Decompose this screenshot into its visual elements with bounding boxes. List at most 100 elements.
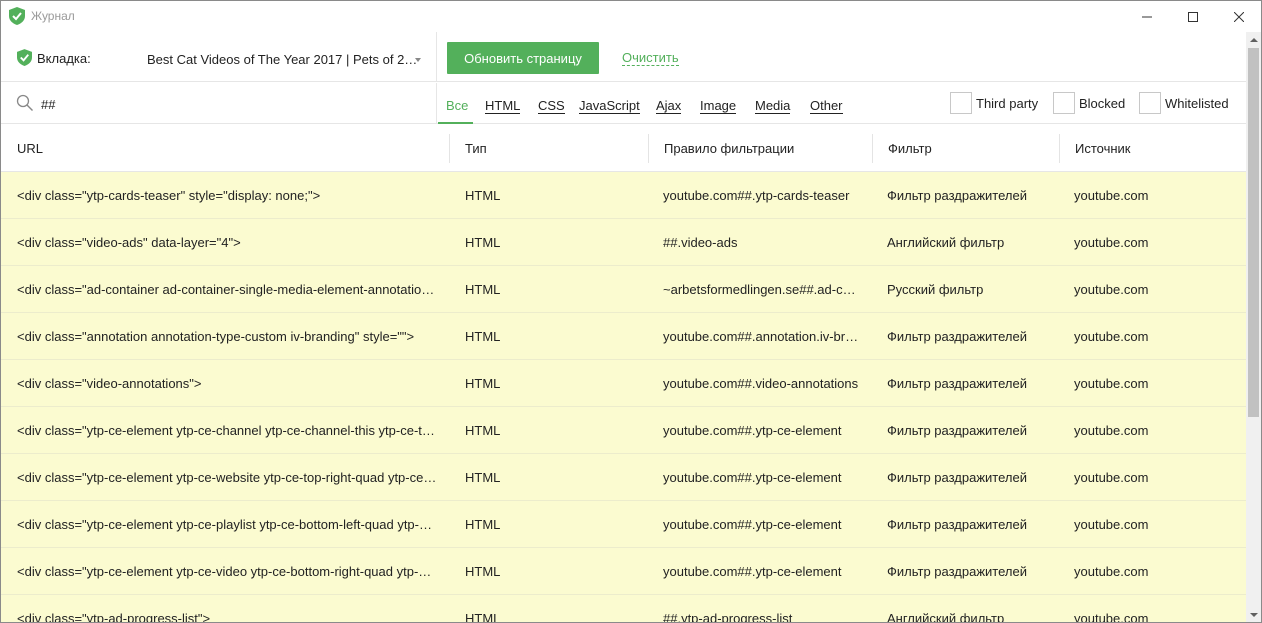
- cell-filter: Английский фильтр: [887, 595, 1052, 623]
- whitelisted-checkbox[interactable]: Whitelisted: [1139, 92, 1229, 114]
- cell-rule-text: ##.video-ads: [663, 234, 738, 250]
- cell-filter: Фильтр раздражителей: [887, 501, 1052, 547]
- filter-bar: Все HTML CSS JavaScript Ajax Image Media…: [1, 83, 1246, 124]
- column-divider[interactable]: [1059, 134, 1060, 163]
- search-icon: [16, 94, 33, 111]
- cell-url-text: <div class="ad-container ad-container-si…: [17, 281, 437, 297]
- cell-filter-text: Английский фильтр: [887, 234, 1005, 250]
- column-header-url[interactable]: URL: [17, 125, 43, 171]
- column-divider[interactable]: [872, 134, 873, 163]
- cell-rule-text: youtube.com##.ytp-ce-element: [663, 563, 842, 579]
- checkbox-box[interactable]: [1139, 92, 1161, 114]
- table-body: <div class="ytp-cards-teaser" style="dis…: [1, 172, 1246, 623]
- minimize-button[interactable]: [1124, 1, 1170, 32]
- cell-rule-text: youtube.com##.ytp-ce-element: [663, 516, 842, 532]
- cell-type: HTML: [465, 266, 635, 312]
- checkbox-box[interactable]: [950, 92, 972, 114]
- table-row[interactable]: <div class="ytp-ce-element ytp-ce-video …: [1, 548, 1246, 595]
- column-header-filter[interactable]: Фильтр: [888, 125, 932, 171]
- cell-filter: Фильтр раздражителей: [887, 454, 1052, 500]
- cell-filter-text: Фильтр раздражителей: [887, 375, 1027, 391]
- search-input[interactable]: [41, 95, 421, 113]
- cell-filter-text: Русский фильтр: [887, 281, 984, 297]
- cell-type-text: HTML: [465, 516, 501, 532]
- third-party-checkbox[interactable]: Third party: [950, 92, 1038, 114]
- cell-source-text: youtube.com: [1074, 234, 1149, 250]
- tab-image[interactable]: Image: [700, 98, 737, 114]
- tab-media[interactable]: Media: [755, 98, 791, 114]
- cell-url-text: <div class="ytp-cards-teaser" style="dis…: [17, 187, 321, 203]
- tab-javascript[interactable]: JavaScript: [579, 98, 640, 114]
- cell-type-text: HTML: [465, 187, 501, 203]
- cell-rule: youtube.com##.video-annotations: [663, 360, 859, 406]
- cell-source: youtube.com: [1074, 548, 1234, 594]
- column-header-source[interactable]: Источник: [1075, 125, 1131, 171]
- cell-url: <div class="video-ads" data-layer="4">: [17, 219, 437, 265]
- table-row[interactable]: <div class="video-ads" data-layer="4"> HT…: [1, 219, 1246, 266]
- tab-label: Вкладка:: [37, 51, 91, 66]
- cell-type: HTML: [465, 360, 635, 406]
- cell-type: HTML: [465, 595, 635, 623]
- cell-rule: youtube.com##.ytp-ce-element: [663, 501, 859, 547]
- tab-ajax[interactable]: Ajax: [656, 98, 682, 114]
- table-row[interactable]: <div class="ytp-ad-progress-list"> HTML ##…: [1, 595, 1246, 623]
- tab-css[interactable]: CSS: [538, 98, 565, 114]
- table-row[interactable]: <div class="ytp-ce-element ytp-ce-channe…: [1, 407, 1246, 454]
- close-button[interactable]: [1216, 1, 1261, 32]
- cell-url: <div class="ytp-cards-teaser" style="dis…: [17, 172, 437, 218]
- cell-filter: Фильтр раздражителей: [887, 313, 1052, 359]
- table-row[interactable]: <div class="ad-container ad-container-si…: [1, 266, 1246, 313]
- table-row[interactable]: <div class="ytp-cards-teaser" style="dis…: [1, 172, 1246, 219]
- blocked-checkbox[interactable]: Blocked: [1053, 92, 1125, 114]
- vertical-scrollbar[interactable]: [1246, 32, 1261, 622]
- cell-type-text: HTML: [465, 422, 501, 438]
- cell-rule: ~arbetsformedlingen.se##.ad-container: [663, 266, 859, 312]
- tab-html[interactable]: HTML: [485, 98, 521, 114]
- column-header-type[interactable]: Тип: [465, 125, 487, 171]
- close-icon: [1234, 11, 1244, 22]
- tab-other[interactable]: Other: [810, 98, 843, 114]
- cell-url-text: <div class="video-ads" data-layer="4">: [17, 234, 241, 250]
- cell-source: youtube.com: [1074, 360, 1234, 406]
- shield-check-icon: [17, 49, 32, 66]
- checkbox-box[interactable]: [1053, 92, 1075, 114]
- column-header-rule[interactable]: Правило фильтрации: [664, 125, 794, 171]
- checkbox-label: Third party: [976, 95, 1039, 111]
- active-tab-indicator: [438, 122, 473, 124]
- cell-type: HTML: [465, 407, 635, 453]
- scroll-up-button[interactable]: [1246, 32, 1261, 47]
- tab-select-dropdown[interactable]: Best Cat Videos of The Year 2017 | Pets …: [147, 52, 427, 70]
- arrow-down-icon: [1249, 612, 1258, 617]
- column-divider[interactable]: [449, 134, 450, 163]
- scroll-down-button[interactable]: [1246, 607, 1261, 622]
- refresh-page-button[interactable]: Обновить страницу: [447, 42, 599, 74]
- cell-rule: ##.ytp-ad-progress-list: [663, 595, 859, 623]
- chevron-down-icon: [415, 58, 421, 62]
- cell-filter-text: Фильтр раздражителей: [887, 516, 1027, 532]
- cell-url: <div class="ytp-ce-element ytp-ce-video …: [17, 548, 437, 594]
- cell-rule-text: youtube.com##.ytp-cards-teaser: [663, 187, 850, 203]
- checkbox-label: Blocked: [1079, 95, 1126, 111]
- cell-filter-text: Фильтр раздражителей: [887, 422, 1027, 438]
- column-divider[interactable]: [648, 134, 649, 163]
- cell-source-text: youtube.com: [1074, 187, 1149, 203]
- search-block: [1, 83, 437, 124]
- clear-link[interactable]: Очистить: [622, 51, 679, 66]
- cell-rule: youtube.com##.ytp-ce-element: [663, 548, 859, 594]
- tab-all[interactable]: Все: [446, 98, 468, 113]
- scrollbar-thumb[interactable]: [1248, 48, 1259, 417]
- table-row[interactable]: <div class="ytp-ce-element ytp-ce-websit…: [1, 454, 1246, 501]
- cell-source: youtube.com: [1074, 219, 1234, 265]
- cell-rule-text: ##.ytp-ad-progress-list: [663, 610, 793, 623]
- table-row[interactable]: <div class="ytp-ce-element ytp-ce-playli…: [1, 501, 1246, 548]
- cell-type: HTML: [465, 313, 635, 359]
- maximize-button[interactable]: [1170, 1, 1216, 32]
- cell-type: HTML: [465, 172, 635, 218]
- cell-source-text: youtube.com: [1074, 281, 1149, 297]
- tab-select-value: Best Cat Videos of The Year 2017 | Pets …: [147, 52, 419, 67]
- cell-rule-text: youtube.com##.ytp-ce-element: [663, 422, 842, 438]
- table-row[interactable]: <div class="annotation annotation-type-c…: [1, 313, 1246, 360]
- table-row[interactable]: <div class="video-annotations"> HTML youtu…: [1, 360, 1246, 407]
- cell-source-text: youtube.com: [1074, 375, 1149, 391]
- cell-source: youtube.com: [1074, 501, 1234, 547]
